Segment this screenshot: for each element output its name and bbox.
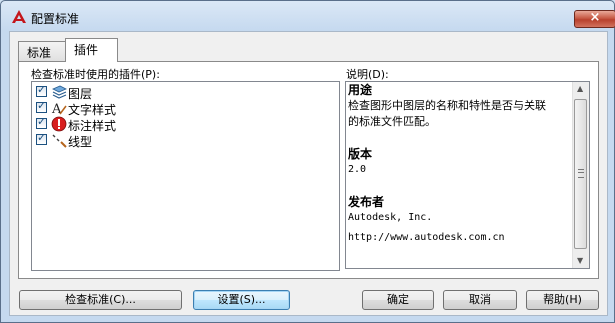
- tab-plugins[interactable]: 插件: [65, 38, 118, 62]
- description-scrollbar[interactable]: ▲ ▼: [572, 82, 589, 268]
- check-standards-button[interactable]: 检查标准(C)...: [19, 290, 182, 310]
- settings-button[interactable]: 设置(S)...: [193, 290, 290, 310]
- list-item-label: 文字样式: [68, 103, 117, 117]
- grip-icon: [578, 169, 584, 178]
- help-button[interactable]: 帮助(H): [526, 290, 599, 310]
- plugins-list-label: 检查标准时使用的插件(P):: [31, 68, 160, 81]
- checkbox[interactable]: [36, 83, 47, 97]
- close-button[interactable]: ×: [574, 10, 615, 28]
- checkbox[interactable]: [36, 131, 47, 145]
- description-box[interactable]: 用途 检查图形中图层的名称和特性是否与关联 的标准文件匹配。 版本 2.0 发布…: [345, 81, 590, 269]
- description-content: 用途 检查图形中图层的名称和特性是否与关联 的标准文件匹配。 版本 2.0 发布…: [348, 82, 574, 246]
- window-title: 配置标准: [31, 12, 80, 26]
- text-style-icon: A: [51, 102, 67, 116]
- autocad-app-icon: [12, 10, 26, 23]
- publisher-url: http://www.autodesk.com.cn: [348, 232, 505, 243]
- plugins-panel: 检查标准时使用的插件(P): 图层 A: [18, 61, 599, 279]
- ok-button[interactable]: 确定: [362, 290, 434, 310]
- version-value: 2.0: [348, 164, 367, 175]
- list-item-label: 线型: [68, 135, 93, 149]
- cancel-button[interactable]: 取消: [443, 290, 517, 310]
- tab-standards[interactable]: 标准: [18, 41, 66, 61]
- checkbox[interactable]: [36, 99, 47, 113]
- purpose-text-line: 的标准文件匹配。: [348, 115, 436, 128]
- description-label: 说明(D):: [346, 68, 389, 81]
- linetype-icon: [52, 134, 67, 148]
- dimension-style-icon: [51, 116, 67, 132]
- publisher-name: Autodesk, Inc.: [348, 212, 433, 223]
- list-item-label: 图层: [68, 87, 93, 101]
- plugins-list[interactable]: 图层 A 文字样式 标注样式: [31, 81, 340, 271]
- layers-icon: [52, 85, 67, 99]
- tab-label: 插件: [74, 43, 99, 57]
- checkbox[interactable]: [36, 115, 47, 129]
- scroll-up-arrow-icon[interactable]: ▲: [577, 84, 583, 93]
- dialog-client-area: 标准 插件 检查标准时使用的插件(P): 图层 A: [9, 31, 608, 316]
- close-icon: ×: [589, 10, 601, 25]
- scroll-down-arrow-icon[interactable]: ▼: [577, 256, 583, 265]
- publisher-heading: 发布者: [348, 195, 385, 209]
- purpose-text-line: 检查图形中图层的名称和特性是否与关联: [348, 99, 546, 112]
- purpose-heading: 用途: [348, 83, 373, 97]
- version-heading: 版本: [348, 147, 373, 161]
- list-item-label: 标注样式: [68, 119, 117, 133]
- dialog-window: 配置标准 × 标准 插件 检查标准时使用的插件(P): 图层: [0, 0, 615, 323]
- tab-label: 标准: [27, 46, 52, 60]
- scrollbar-thumb[interactable]: [574, 99, 587, 249]
- title-bar[interactable]: 配置标准 ×: [1, 1, 615, 33]
